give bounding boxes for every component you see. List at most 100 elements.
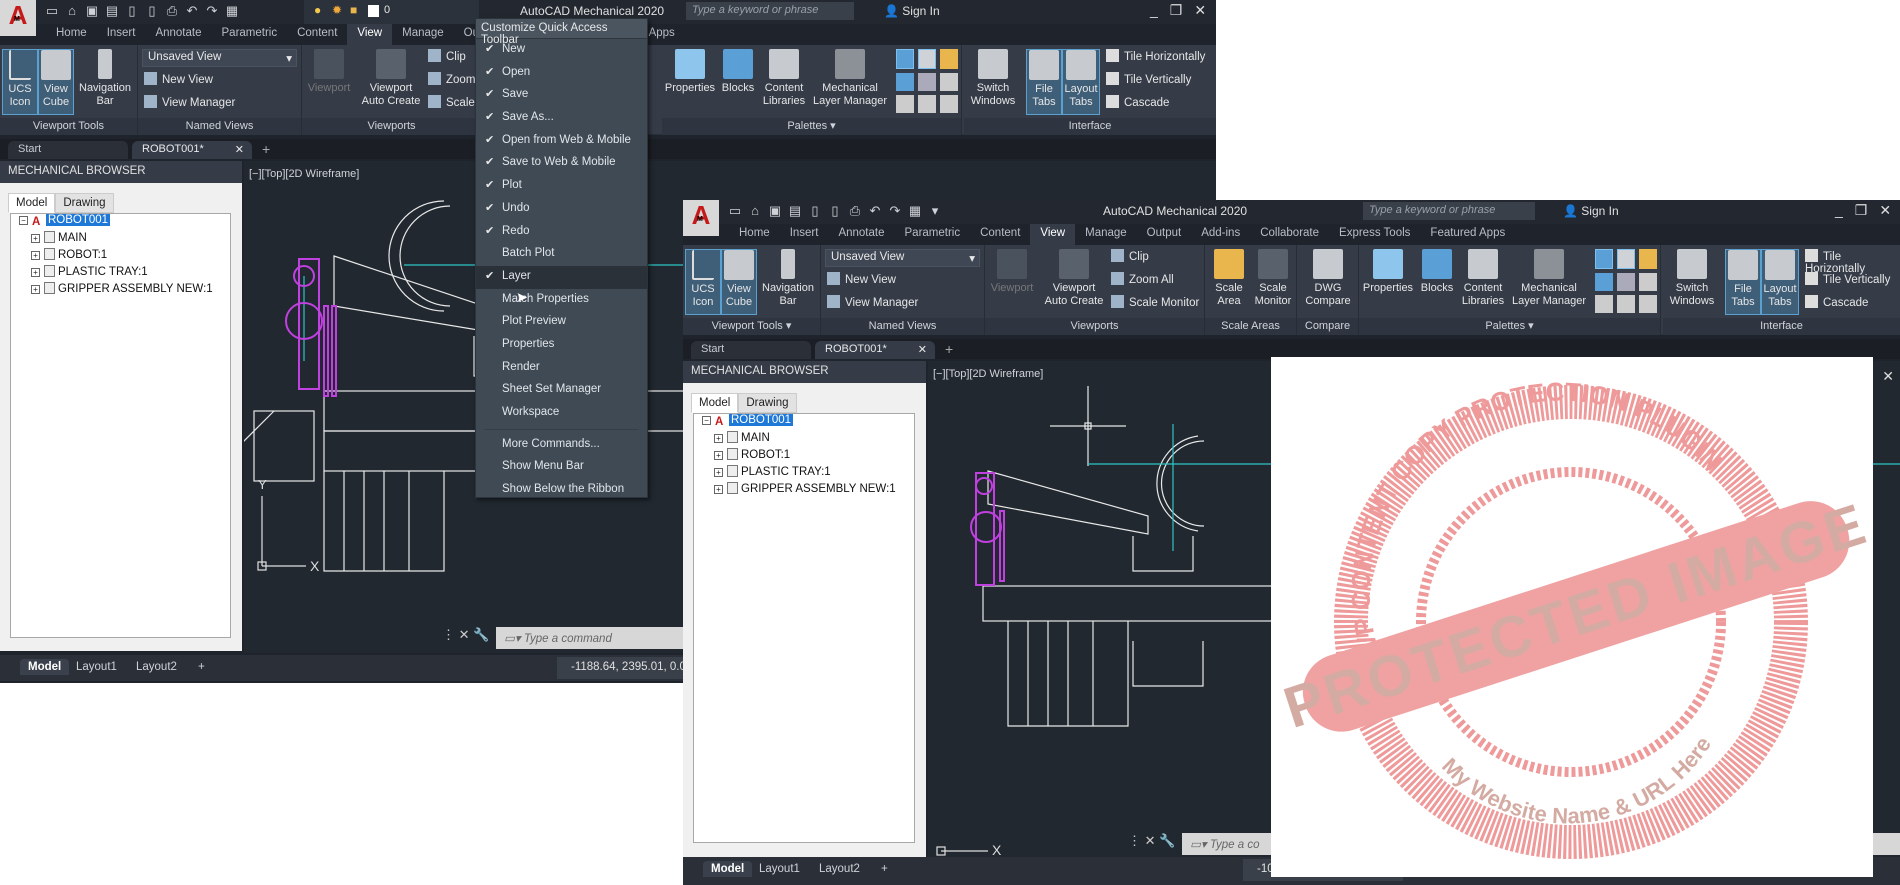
expand-icon[interactable]: + xyxy=(714,468,723,477)
panel-label[interactable]: Viewport Tools xyxy=(0,118,137,135)
application-menu-button[interactable]: AM xyxy=(0,0,36,36)
ribbon-tab-insert[interactable]: Insert xyxy=(97,24,146,45)
ribbon-tab-output[interactable]: Output xyxy=(1137,224,1192,245)
mechanical-layer-manager-button[interactable]: Mechanical Layer Manager xyxy=(810,49,890,108)
properties-button[interactable]: Properties xyxy=(664,49,716,95)
wrench-icon[interactable]: 🔧 xyxy=(1159,833,1175,848)
viewport-button[interactable]: Viewport xyxy=(989,249,1035,295)
sign-in-button[interactable]: 👤 Sign In xyxy=(884,4,940,18)
redo-icon[interactable]: ↷ xyxy=(204,3,220,19)
tree-node[interactable]: + MAIN xyxy=(11,231,230,248)
cascade-button[interactable]: Cascade xyxy=(1805,295,1868,309)
dwg-compare-button[interactable]: DWG Compare xyxy=(1301,249,1355,308)
navigation-bar-button[interactable]: Navigation Bar xyxy=(759,249,817,308)
named-view-dropdown[interactable]: Unsaved View ▾ xyxy=(142,49,297,67)
expand-icon[interactable]: + xyxy=(31,234,40,243)
ribbon-tab-featured-apps[interactable]: Featured Apps xyxy=(1420,224,1515,245)
plot-icon[interactable]: ⎙ xyxy=(847,203,863,219)
content-libraries-button[interactable]: Content Libraries xyxy=(760,49,808,108)
layer-toolbar[interactable]: ● ✹ ■ 0 xyxy=(304,0,479,24)
ribbon-tab-collaborate[interactable]: Collaborate xyxy=(1250,224,1329,245)
menu-item-save-to-web-mobile[interactable]: ✔ Save to Web & Mobile xyxy=(476,152,647,175)
viewport-auto-create-button[interactable]: Viewport Auto Create xyxy=(1039,249,1109,308)
undo-icon[interactable]: ↶ xyxy=(184,3,200,19)
view-manager-button[interactable]: View Manager xyxy=(144,95,235,109)
zoom-all-button[interactable]: Zoom All xyxy=(1111,272,1174,286)
design-center-icon[interactable] xyxy=(896,73,914,91)
menu-item-undo[interactable]: ✔ Undo xyxy=(476,198,647,221)
menu-item-save-as[interactable]: ✔ Save As... xyxy=(476,107,647,130)
command-line-icon[interactable] xyxy=(918,49,936,69)
new-view-button[interactable]: New View xyxy=(827,272,896,286)
grip-icon[interactable]: ⋮ xyxy=(1128,833,1141,848)
layout-tab-layout2[interactable]: Layout2 xyxy=(811,861,868,877)
sign-in-button[interactable]: 👤 Sign In xyxy=(1563,204,1619,218)
search-input[interactable]: Type a keyword or phrase xyxy=(686,2,854,20)
collapse-icon[interactable]: − xyxy=(19,216,28,225)
markup-icon[interactable] xyxy=(1617,273,1635,291)
layout-tab-model[interactable]: Model xyxy=(703,861,753,877)
menu-item-redo[interactable]: ✔ Redo xyxy=(476,221,647,244)
restore-icon[interactable]: ❐ xyxy=(1855,202,1868,219)
command-line-icon[interactable] xyxy=(1617,249,1635,269)
save-icon[interactable]: ▣ xyxy=(767,203,783,219)
add-layout-button[interactable]: + xyxy=(873,861,896,877)
tab-model[interactable]: Model xyxy=(8,193,56,213)
tree-node[interactable]: + GRIPPER ASSEMBLY NEW:1 xyxy=(694,482,914,499)
calculator-icon[interactable] xyxy=(1639,273,1657,291)
tab-model[interactable]: Model xyxy=(691,393,739,413)
tile-horizontally-button[interactable]: Tile Horizontally xyxy=(1106,49,1205,63)
ribbon-tab-content[interactable]: Content xyxy=(287,24,347,45)
add-layout-button[interactable]: + xyxy=(190,659,213,675)
scale-button[interactable]: Scale xyxy=(428,95,475,109)
tree-node[interactable]: − A ROBOT001 xyxy=(11,214,230,231)
menu-item-sheet-set-manager[interactable]: Sheet Set Manager xyxy=(476,379,647,402)
menu-item-show-menu-bar[interactable]: Show Menu Bar xyxy=(476,456,647,479)
file-tab-robot001[interactable]: ROBOT001* ✕ xyxy=(132,141,252,159)
sheet-set-icon[interactable] xyxy=(1639,249,1657,269)
file-tab-robot001[interactable]: ROBOT001* ✕ xyxy=(815,341,935,359)
menu-item-new[interactable]: ✔ New xyxy=(476,39,647,62)
zoom-button[interactable]: Zoom xyxy=(428,72,475,86)
layout-tab-model[interactable]: Model xyxy=(20,659,70,675)
save-as-icon[interactable]: ▤ xyxy=(787,203,803,219)
sheet-set-icon[interactable] xyxy=(940,49,958,69)
open-icon[interactable]: ⌂ xyxy=(747,203,763,219)
switch-windows-button[interactable]: Switch Windows xyxy=(1665,249,1719,308)
open-icon[interactable]: ⌂ xyxy=(64,3,80,19)
design-center-icon[interactable] xyxy=(1595,273,1613,291)
new-tab-button[interactable]: + xyxy=(262,141,270,157)
tile-vertically-button[interactable]: Tile Vertically xyxy=(1805,272,1890,286)
clipboard-icon[interactable] xyxy=(1639,295,1657,313)
menu-item-plot-preview[interactable]: Plot Preview xyxy=(476,311,647,334)
viewport-auto-create-button[interactable]: Viewport Auto Create xyxy=(356,49,426,108)
ribbon-tab-content[interactable]: Content xyxy=(970,224,1030,245)
content-libraries-button[interactable]: Content Libraries xyxy=(1459,249,1507,308)
minimize-icon[interactable]: _ xyxy=(1150,2,1158,19)
menu-item-open-from-web-mobile[interactable]: ✔ Open from Web & Mobile xyxy=(476,130,647,153)
menu-item-match-properties[interactable]: Match Properties xyxy=(476,289,647,312)
save-icon[interactable]: ▣ xyxy=(84,3,100,19)
layout-tabs-button[interactable]: Layout Tabs xyxy=(1062,49,1100,115)
tree-node[interactable]: + ROBOT:1 xyxy=(11,248,230,265)
file-tab-start[interactable]: Start xyxy=(691,341,811,359)
viewport-button[interactable]: Viewport xyxy=(306,49,352,95)
named-view-dropdown[interactable]: Unsaved View ▾ xyxy=(825,249,980,267)
minimize-icon[interactable]: _ xyxy=(1835,202,1843,219)
menu-item-render[interactable]: Render xyxy=(476,357,647,380)
menu-item-more-commands[interactable]: More Commands... xyxy=(476,434,647,457)
menu-item-layer[interactable]: ✔ Layer xyxy=(476,265,647,289)
ribbon-tab-home[interactable]: Home xyxy=(729,224,780,245)
ribbon-tab-manage[interactable]: Manage xyxy=(1075,224,1137,245)
close-tab-icon[interactable]: ✕ xyxy=(235,143,244,156)
open-web-icon[interactable]: ▯ xyxy=(124,3,140,19)
dbconnect-icon[interactable] xyxy=(918,95,936,113)
ucs-icon-button[interactable]: UCS Icon xyxy=(2,49,38,115)
workspace-icon[interactable]: ▦ xyxy=(907,203,923,219)
ribbon-tab-insert[interactable]: Insert xyxy=(780,224,829,245)
menu-item-plot[interactable]: ✔ Plot xyxy=(476,175,647,198)
undo-icon[interactable]: ↶ xyxy=(867,203,883,219)
expand-icon[interactable]: + xyxy=(31,251,40,260)
new-tab-button[interactable]: + xyxy=(945,341,953,357)
tree-node[interactable]: + GRIPPER ASSEMBLY NEW:1 xyxy=(11,282,230,299)
